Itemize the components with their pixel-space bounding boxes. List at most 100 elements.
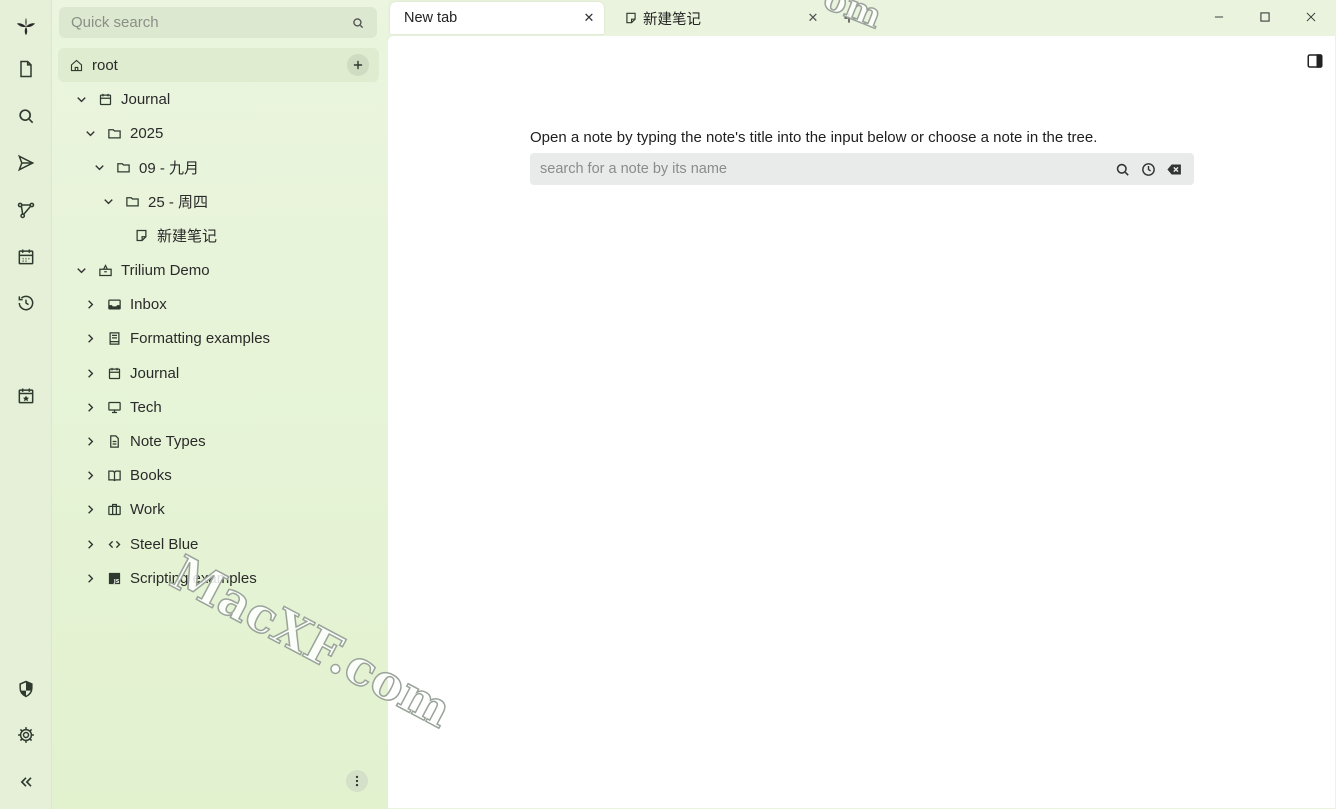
tree-item-2025[interactable]: 2025 [81, 118, 163, 148]
open-book-icon [106, 467, 123, 484]
chevron-right-icon[interactable] [81, 364, 99, 382]
inbox-icon [106, 296, 123, 313]
map-icon[interactable] [9, 193, 43, 227]
search-icon[interactable] [1112, 159, 1132, 179]
chevron-right-icon[interactable] [81, 500, 99, 518]
quick-search-box[interactable] [59, 7, 377, 38]
tree-item-trilium-demo[interactable]: Trilium Demo [72, 255, 210, 285]
right-pane-toggle-icon[interactable] [1305, 51, 1325, 71]
note-tree-sidebar: root Journal 2025 09 - 九月 25 - 周四 新建笔记 T… [52, 0, 388, 809]
chevron-down-icon[interactable] [99, 192, 117, 210]
more-options-icon[interactable] [346, 770, 368, 792]
box-icon [97, 262, 114, 279]
tree-item-label: Scripting examples [130, 569, 257, 587]
trilium-logo-icon[interactable] [9, 9, 43, 43]
send-icon[interactable] [9, 146, 43, 180]
home-icon [68, 57, 85, 74]
chevron-right-icon[interactable] [81, 535, 99, 553]
folder-icon [124, 193, 141, 210]
tree-item-formatting-examples[interactable]: Formatting examples [81, 323, 270, 353]
chevron-down-icon[interactable] [90, 158, 108, 176]
code-icon [106, 536, 123, 553]
tree-item-label: Note Types [130, 432, 206, 450]
svg-text:JS: JS [113, 578, 120, 584]
tree-item-label: Inbox [130, 295, 167, 313]
launcher-bar [0, 0, 52, 809]
minimize-button[interactable] [1208, 6, 1230, 28]
chevron-right-icon[interactable] [81, 329, 99, 347]
tree-item-label: Tech [130, 398, 162, 416]
tree-item-label: Journal [130, 364, 180, 382]
open-note-prompt: Open a note by typing the note's title i… [530, 129, 1098, 146]
book-icon [106, 330, 123, 347]
tree-item-inbox[interactable]: Inbox [81, 289, 167, 319]
tree-item-demo-journal[interactable]: Journal [81, 358, 179, 388]
note-search-input[interactable] [540, 161, 1106, 177]
chevron-down-icon[interactable] [81, 124, 99, 142]
tree-item-label: Work [130, 500, 165, 518]
search-icon[interactable] [351, 16, 365, 30]
chevron-right-icon[interactable] [81, 569, 99, 587]
tree-item-label: Trilium Demo [121, 261, 210, 279]
chevron-right-icon[interactable] [81, 466, 99, 484]
maximize-button[interactable] [1254, 6, 1276, 28]
briefcase-icon [106, 501, 123, 518]
calendar-star-icon[interactable] [9, 379, 43, 413]
recent-history-icon[interactable] [1138, 159, 1158, 179]
calendar-icon[interactable] [9, 240, 43, 274]
quick-search-input[interactable] [71, 14, 351, 31]
add-note-button[interactable] [347, 54, 369, 76]
tree-item-label: 09 - 九月 [139, 159, 200, 177]
calendar-icon [106, 365, 123, 382]
new-note-file-icon[interactable] [9, 52, 43, 86]
chevron-down-icon[interactable] [72, 90, 90, 108]
tree-item-scripting-examples[interactable]: JS Scripting examples [81, 563, 257, 593]
tree-item-tech[interactable]: Tech [81, 392, 162, 422]
tree-item-root[interactable]: root [68, 50, 118, 80]
monitor-icon [106, 399, 123, 416]
tree-item-work[interactable]: Work [81, 494, 165, 524]
chevron-down-icon[interactable] [72, 261, 90, 279]
note-icon [624, 11, 638, 25]
search-icon[interactable] [9, 99, 43, 133]
shield-icon[interactable] [9, 672, 43, 706]
note-icon [133, 227, 150, 244]
tab-new-note[interactable]: 新建笔记 ✕ [614, 2, 828, 34]
chevron-right-icon[interactable] [81, 295, 99, 313]
tree-item-label: Journal [121, 90, 171, 108]
tab-bar: New tab ✕ 新建笔记 ✕ [388, 0, 1336, 36]
chevron-right-icon[interactable] [81, 432, 99, 450]
note-search-box[interactable] [530, 153, 1194, 185]
calendar-icon [97, 91, 114, 108]
document-icon [106, 433, 123, 450]
tree-item-label: Steel Blue [130, 535, 199, 553]
tree-item-label: 2025 [130, 124, 164, 142]
tree-item-journal[interactable]: Journal [72, 84, 170, 114]
tab-title: New tab [404, 10, 458, 26]
tree-item-note-types[interactable]: Note Types [81, 426, 206, 456]
tree-item-day[interactable]: 25 - 周四 [99, 186, 208, 216]
tree-item-label: Formatting examples [130, 329, 271, 347]
tree-item-books[interactable]: Books [81, 460, 172, 490]
main-content: Open a note by typing the note's title i… [388, 36, 1335, 808]
close-icon[interactable]: ✕ [804, 9, 822, 27]
add-tab-button[interactable] [840, 9, 858, 27]
folder-icon [115, 159, 132, 176]
tree-item-september[interactable]: 09 - 九月 [90, 152, 199, 182]
folder-icon [106, 125, 123, 142]
double-chevron-left-icon[interactable] [9, 765, 43, 799]
tree-item-label: 新建笔记 [157, 227, 218, 245]
tree-item-label: Books [130, 466, 172, 484]
js-icon: JS [106, 570, 123, 587]
tab-title: 新建笔记 [643, 11, 701, 28]
history-icon[interactable] [9, 286, 43, 320]
tree-item-label: root [92, 56, 118, 74]
gear-icon[interactable] [9, 718, 43, 752]
close-window-button[interactable] [1300, 6, 1322, 28]
tree-item-new-note[interactable]: 新建笔记 [108, 220, 217, 250]
tab-new-tab[interactable]: New tab ✕ [390, 2, 604, 34]
chevron-right-icon[interactable] [81, 398, 99, 416]
tree-item-steel-blue[interactable]: Steel Blue [81, 529, 198, 559]
close-icon[interactable]: ✕ [580, 9, 598, 27]
clear-input-icon[interactable] [1164, 159, 1184, 179]
